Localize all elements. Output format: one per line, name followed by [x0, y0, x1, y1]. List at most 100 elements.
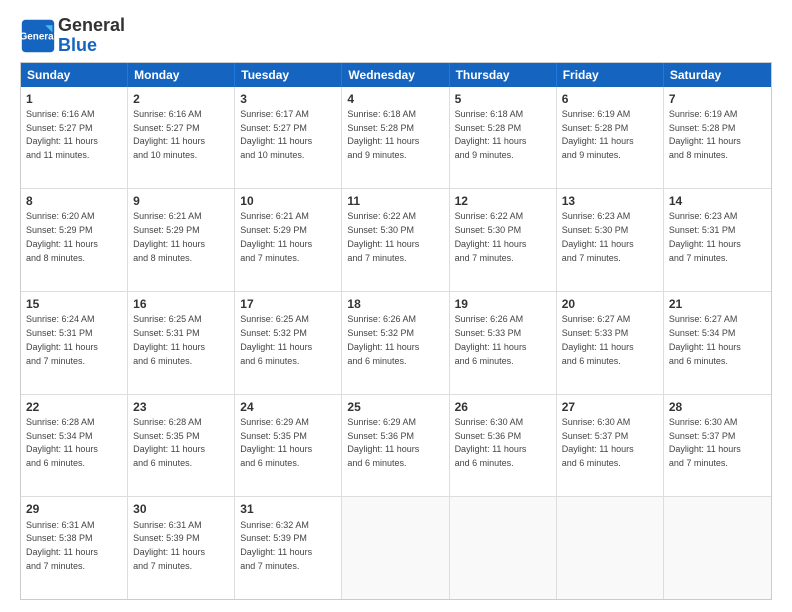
calendar-cell: 16 Sunrise: 6:25 AMSunset: 5:31 PMDayligh…: [128, 292, 235, 394]
day-number: 11: [347, 193, 443, 209]
cell-info: Sunrise: 6:21 AMSunset: 5:29 PMDaylight:…: [240, 211, 312, 262]
cell-info: Sunrise: 6:30 AMSunset: 5:37 PMDaylight:…: [669, 417, 741, 468]
cell-info: Sunrise: 6:27 AMSunset: 5:33 PMDaylight:…: [562, 314, 634, 365]
cell-info: Sunrise: 6:22 AMSunset: 5:30 PMDaylight:…: [347, 211, 419, 262]
day-number: 15: [26, 296, 122, 312]
day-number: 14: [669, 193, 766, 209]
calendar-cell: [664, 497, 771, 599]
cell-info: Sunrise: 6:26 AMSunset: 5:33 PMDaylight:…: [455, 314, 527, 365]
day-number: 28: [669, 399, 766, 415]
calendar-cell: 19 Sunrise: 6:26 AMSunset: 5:33 PMDayligh…: [450, 292, 557, 394]
calendar-cell: 31 Sunrise: 6:32 AMSunset: 5:39 PMDayligh…: [235, 497, 342, 599]
day-number: 27: [562, 399, 658, 415]
day-number: 12: [455, 193, 551, 209]
day-number: 20: [562, 296, 658, 312]
cell-info: Sunrise: 6:23 AMSunset: 5:30 PMDaylight:…: [562, 211, 634, 262]
calendar-cell: 14 Sunrise: 6:23 AMSunset: 5:31 PMDayligh…: [664, 189, 771, 291]
calendar-cell: 27 Sunrise: 6:30 AMSunset: 5:37 PMDayligh…: [557, 395, 664, 497]
calendar-cell: 18 Sunrise: 6:26 AMSunset: 5:32 PMDayligh…: [342, 292, 449, 394]
header: General General Blue: [20, 16, 772, 56]
logo-icon: General: [20, 18, 56, 54]
cell-info: Sunrise: 6:20 AMSunset: 5:29 PMDaylight:…: [26, 211, 98, 262]
cell-info: Sunrise: 6:32 AMSunset: 5:39 PMDaylight:…: [240, 520, 312, 571]
cell-info: Sunrise: 6:24 AMSunset: 5:31 PMDaylight:…: [26, 314, 98, 365]
calendar-cell: 2 Sunrise: 6:16 AMSunset: 5:27 PMDaylight…: [128, 87, 235, 189]
cell-info: Sunrise: 6:27 AMSunset: 5:34 PMDaylight:…: [669, 314, 741, 365]
calendar-cell: [450, 497, 557, 599]
cell-info: Sunrise: 6:31 AMSunset: 5:39 PMDaylight:…: [133, 520, 205, 571]
calendar-cell: 10Sunrise: 6:21 AMSunset: 5:29 PMDayligh…: [235, 189, 342, 291]
cell-info: Sunrise: 6:29 AMSunset: 5:36 PMDaylight:…: [347, 417, 419, 468]
svg-text:General: General: [20, 31, 56, 42]
calendar-cell: 30 Sunrise: 6:31 AMSunset: 5:39 PMDayligh…: [128, 497, 235, 599]
day-number: 29: [26, 501, 122, 517]
calendar-cell: [342, 497, 449, 599]
day-number: 30: [133, 501, 229, 517]
calendar-week-2: 8Sunrise: 6:20 AMSunset: 5:29 PMDaylight…: [21, 189, 771, 292]
calendar-cell: 26 Sunrise: 6:30 AMSunset: 5:36 PMDayligh…: [450, 395, 557, 497]
logo-general: General: [58, 16, 125, 36]
cell-info: Sunrise: 6:30 AMSunset: 5:37 PMDaylight:…: [562, 417, 634, 468]
cell-info: Sunrise: 6:16 AMSunset: 5:27 PMDaylight:…: [133, 109, 205, 160]
header-day-tuesday: Tuesday: [235, 63, 342, 87]
header-day-monday: Monday: [128, 63, 235, 87]
calendar-cell: [557, 497, 664, 599]
header-day-sunday: Sunday: [21, 63, 128, 87]
day-number: 25: [347, 399, 443, 415]
cell-info: Sunrise: 6:19 AMSunset: 5:28 PMDaylight:…: [669, 109, 741, 160]
day-number: 16: [133, 296, 229, 312]
day-number: 5: [455, 91, 551, 107]
calendar-cell: 24Sunrise: 6:29 AMSunset: 5:35 PMDayligh…: [235, 395, 342, 497]
cell-info: Sunrise: 6:18 AMSunset: 5:28 PMDaylight:…: [347, 109, 419, 160]
cell-info: Sunrise: 6:22 AMSunset: 5:30 PMDaylight:…: [455, 211, 527, 262]
calendar-week-4: 22 Sunrise: 6:28 AMSunset: 5:34 PMDayligh…: [21, 395, 771, 498]
cell-info: Sunrise: 6:28 AMSunset: 5:34 PMDaylight:…: [26, 417, 98, 468]
calendar-cell: 28 Sunrise: 6:30 AMSunset: 5:37 PMDayligh…: [664, 395, 771, 497]
header-day-friday: Friday: [557, 63, 664, 87]
day-number: 18: [347, 296, 443, 312]
cell-info: Sunrise: 6:25 AMSunset: 5:32 PMDaylight:…: [240, 314, 312, 365]
calendar-cell: 6 Sunrise: 6:19 AMSunset: 5:28 PMDaylight…: [557, 87, 664, 189]
day-number: 9: [133, 193, 229, 209]
calendar-body: 1Sunrise: 6:16 AMSunset: 5:27 PMDaylight…: [21, 87, 771, 599]
day-number: 17: [240, 296, 336, 312]
cell-info: Sunrise: 6:28 AMSunset: 5:35 PMDaylight:…: [133, 417, 205, 468]
cell-info: Sunrise: 6:31 AMSunset: 5:38 PMDaylight:…: [26, 520, 98, 571]
calendar-week-5: 29 Sunrise: 6:31 AMSunset: 5:38 PMDayligh…: [21, 497, 771, 599]
calendar-cell: 1Sunrise: 6:16 AMSunset: 5:27 PMDaylight…: [21, 87, 128, 189]
logo-blue: Blue: [58, 36, 125, 56]
cell-info: Sunrise: 6:26 AMSunset: 5:32 PMDaylight:…: [347, 314, 419, 365]
calendar-cell: 11 Sunrise: 6:22 AMSunset: 5:30 PMDayligh…: [342, 189, 449, 291]
calendar-cell: 23 Sunrise: 6:28 AMSunset: 5:35 PMDayligh…: [128, 395, 235, 497]
day-number: 6: [562, 91, 658, 107]
calendar-week-1: 1Sunrise: 6:16 AMSunset: 5:27 PMDaylight…: [21, 87, 771, 190]
calendar-header: SundayMondayTuesdayWednesdayThursdayFrid…: [21, 63, 771, 87]
calendar-cell: 5Sunrise: 6:18 AMSunset: 5:28 PMDaylight…: [450, 87, 557, 189]
day-number: 31: [240, 501, 336, 517]
day-number: 21: [669, 296, 766, 312]
calendar-page: General General Blue SundayMondayTuesday…: [0, 0, 792, 612]
cell-info: Sunrise: 6:25 AMSunset: 5:31 PMDaylight:…: [133, 314, 205, 365]
day-number: 4: [347, 91, 443, 107]
cell-info: Sunrise: 6:16 AMSunset: 5:27 PMDaylight:…: [26, 109, 98, 160]
calendar-cell: 3Sunrise: 6:17 AMSunset: 5:27 PMDaylight…: [235, 87, 342, 189]
day-number: 2: [133, 91, 229, 107]
cell-info: Sunrise: 6:30 AMSunset: 5:36 PMDaylight:…: [455, 417, 527, 468]
cell-info: Sunrise: 6:29 AMSunset: 5:35 PMDaylight:…: [240, 417, 312, 468]
cell-info: Sunrise: 6:23 AMSunset: 5:31 PMDaylight:…: [669, 211, 741, 262]
cell-info: Sunrise: 6:21 AMSunset: 5:29 PMDaylight:…: [133, 211, 205, 262]
calendar-cell: 4 Sunrise: 6:18 AMSunset: 5:28 PMDaylight…: [342, 87, 449, 189]
day-number: 19: [455, 296, 551, 312]
day-number: 7: [669, 91, 766, 107]
day-number: 23: [133, 399, 229, 415]
cell-info: Sunrise: 6:19 AMSunset: 5:28 PMDaylight:…: [562, 109, 634, 160]
day-number: 22: [26, 399, 122, 415]
header-day-thursday: Thursday: [450, 63, 557, 87]
calendar-cell: 22 Sunrise: 6:28 AMSunset: 5:34 PMDayligh…: [21, 395, 128, 497]
calendar-cell: 17 Sunrise: 6:25 AMSunset: 5:32 PMDayligh…: [235, 292, 342, 394]
calendar-cell: 7 Sunrise: 6:19 AMSunset: 5:28 PMDaylight…: [664, 87, 771, 189]
day-number: 13: [562, 193, 658, 209]
day-number: 26: [455, 399, 551, 415]
calendar-week-3: 15 Sunrise: 6:24 AMSunset: 5:31 PMDayligh…: [21, 292, 771, 395]
calendar-cell: 25 Sunrise: 6:29 AMSunset: 5:36 PMDayligh…: [342, 395, 449, 497]
